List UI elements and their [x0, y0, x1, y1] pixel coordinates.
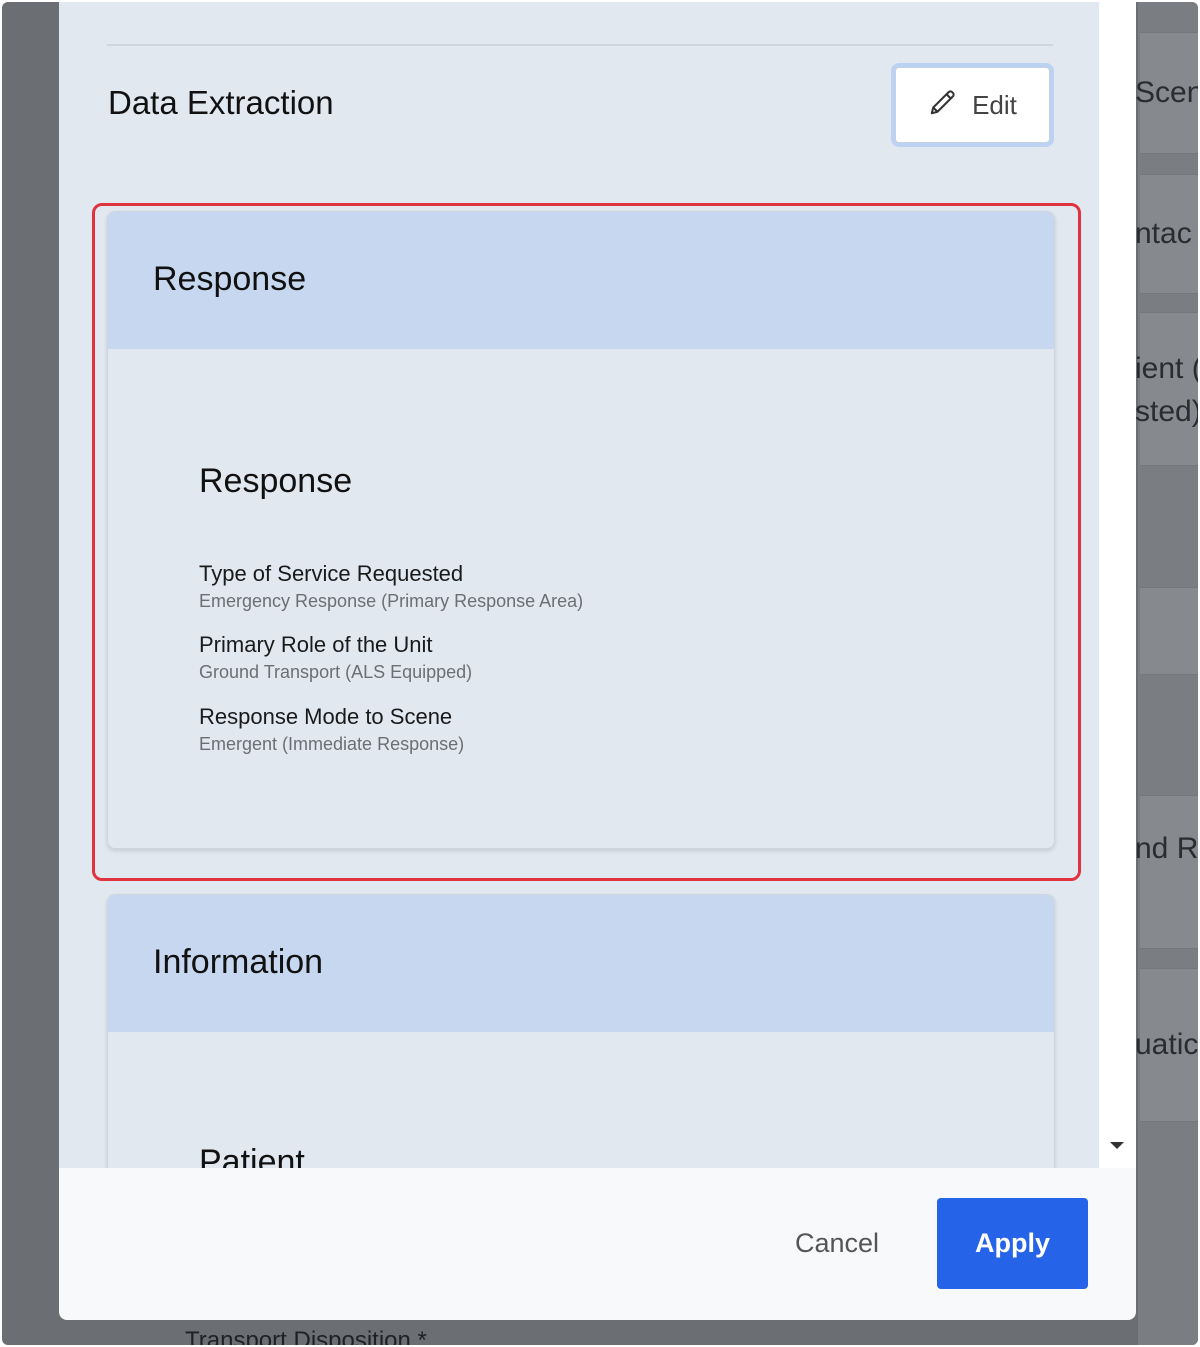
background-fragment: Scen — [1135, 76, 1198, 109]
information-card: Information Patient — [107, 894, 1055, 1168]
edit-button-label: Edit — [972, 89, 1017, 120]
response-card: Response Response Type of Service Reques… — [107, 211, 1055, 849]
field-value: Emergent (Immediate Response) — [199, 734, 465, 754]
data-extraction-modal: Data Extraction Edit Response Response T… — [59, 2, 1136, 1320]
card-header-title: Information — [153, 943, 324, 981]
field-label: Primary Role of the Unit — [199, 632, 433, 657]
subsection-title: Patient — [199, 1143, 305, 1168]
subsection-title: Response — [199, 462, 353, 500]
background-fragment: uatic — [1135, 1028, 1198, 1061]
background-bottom-label: Transport Disposition * — [185, 1327, 427, 1345]
field-value: Ground Transport (ALS Equipped) — [199, 662, 473, 682]
apply-button[interactable]: Apply — [937, 1198, 1088, 1289]
divider — [107, 44, 1053, 46]
card-header[interactable]: Response — [108, 212, 1054, 349]
field-response-mode: Response Mode to Scene Emergent (Immedia… — [199, 704, 464, 755]
modal-body[interactable]: Data Extraction Edit Response Response T… — [59, 2, 1099, 1168]
background-fragment: nd Re — [1135, 832, 1198, 865]
background-card — [1140, 795, 1198, 949]
background-card — [1140, 312, 1198, 466]
card-header[interactable]: Information — [108, 895, 1054, 1032]
field-type-of-service: Type of Service Requested Emergency Resp… — [199, 561, 583, 612]
card-header-title: Response — [153, 260, 307, 298]
background-fragment: ntac — [1135, 217, 1192, 250]
section-title: Data Extraction — [108, 84, 334, 121]
cancel-button[interactable]: Cancel — [795, 1228, 879, 1259]
background-card — [1140, 587, 1198, 675]
pencil-icon — [928, 87, 958, 124]
background-fragment: ient ( — [1135, 352, 1198, 385]
field-label: Response Mode to Scene — [199, 704, 453, 729]
edit-button[interactable]: Edit — [895, 67, 1050, 143]
field-primary-role: Primary Role of the Unit Ground Transpor… — [199, 632, 472, 683]
background-fragment: sted) — [1135, 395, 1198, 428]
scrollbar[interactable] — [1099, 2, 1136, 1168]
scroll-down-icon[interactable] — [1110, 1142, 1124, 1149]
field-value: Emergency Response (Primary Response Are… — [199, 591, 584, 611]
field-label: Type of Service Requested — [199, 561, 464, 586]
